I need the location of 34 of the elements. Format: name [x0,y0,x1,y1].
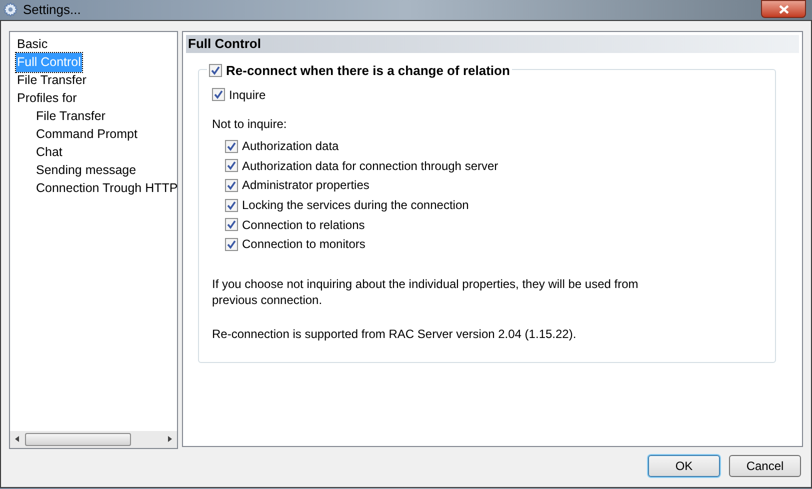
tree-item[interactable]: File Transfer [35,107,106,126]
section-label: Not to inquire: [212,116,288,132]
tree-item[interactable]: Profiles for [16,89,78,108]
panel-title: Full Control [186,34,799,52]
checkbox-label[interactable]: Authorization data for connection through server [242,156,498,175]
tree-item[interactable]: Connection Trough HTTP [35,179,177,198]
tree-item[interactable]: Sending message [35,161,138,180]
info-text: Re-connection is supported from RAC Server version 2.04 (1.15.22). [212,326,578,342]
checkbox[interactable] [212,88,225,101]
tree-item[interactable]: File Transfer [16,71,88,90]
checkbox-label[interactable]: Authorization data [242,137,339,156]
checkbox[interactable] [209,64,222,77]
info-text: If you choose not inquiring about the individual properties, they will be used from previous connection. [212,276,640,308]
checkbox-label[interactable]: Connection to monitors [242,235,366,254]
tree-item[interactable]: Chat [35,143,64,162]
checkbox[interactable] [225,238,238,251]
close-button[interactable] [761,0,806,18]
checkbox[interactable] [225,198,238,212]
settings-icon [3,2,18,18]
checkbox[interactable] [225,159,238,172]
checkbox[interactable] [225,140,238,153]
dialog-button[interactable]: OK [648,454,720,476]
window-title: Settings... [23,1,81,19]
checkbox-label[interactable]: Connection to relations [242,216,365,234]
tree-item[interactable]: Command Prompt [35,125,138,144]
scroll-thumb[interactable] [25,432,131,446]
close-icon [778,4,788,14]
checkbox-label[interactable]: Administrator properties [242,176,370,194]
checkbox-label[interactable]: Locking the services during the connection [242,196,469,214]
checkbox[interactable] [225,178,238,192]
checkbox[interactable] [225,218,238,232]
tree-item[interactable]: Basic [16,35,49,54]
checkbox-label[interactable]: Inquire [229,86,266,104]
dialog-button[interactable]: Cancel [729,454,801,476]
